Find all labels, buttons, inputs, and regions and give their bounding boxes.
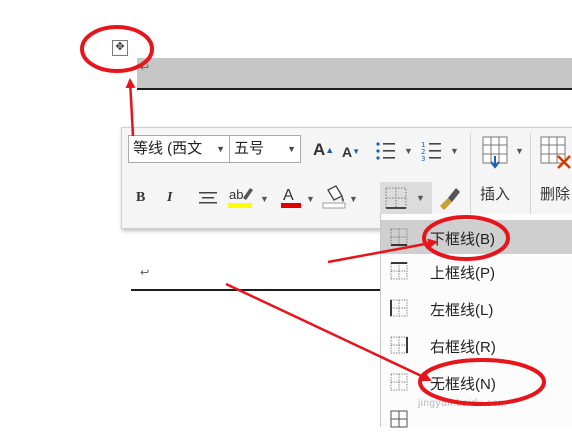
annotation-arrow-bottom-border [327,238,438,264]
annotation-overlay [80,25,546,406]
annotation-arrow-no-border [225,282,432,382]
annotation-circle-handle [80,25,154,73]
annotation-circle-no-border [418,358,546,406]
annotation-arrow-handle [125,78,136,137]
annotation-circle-bottom-border [422,215,510,261]
